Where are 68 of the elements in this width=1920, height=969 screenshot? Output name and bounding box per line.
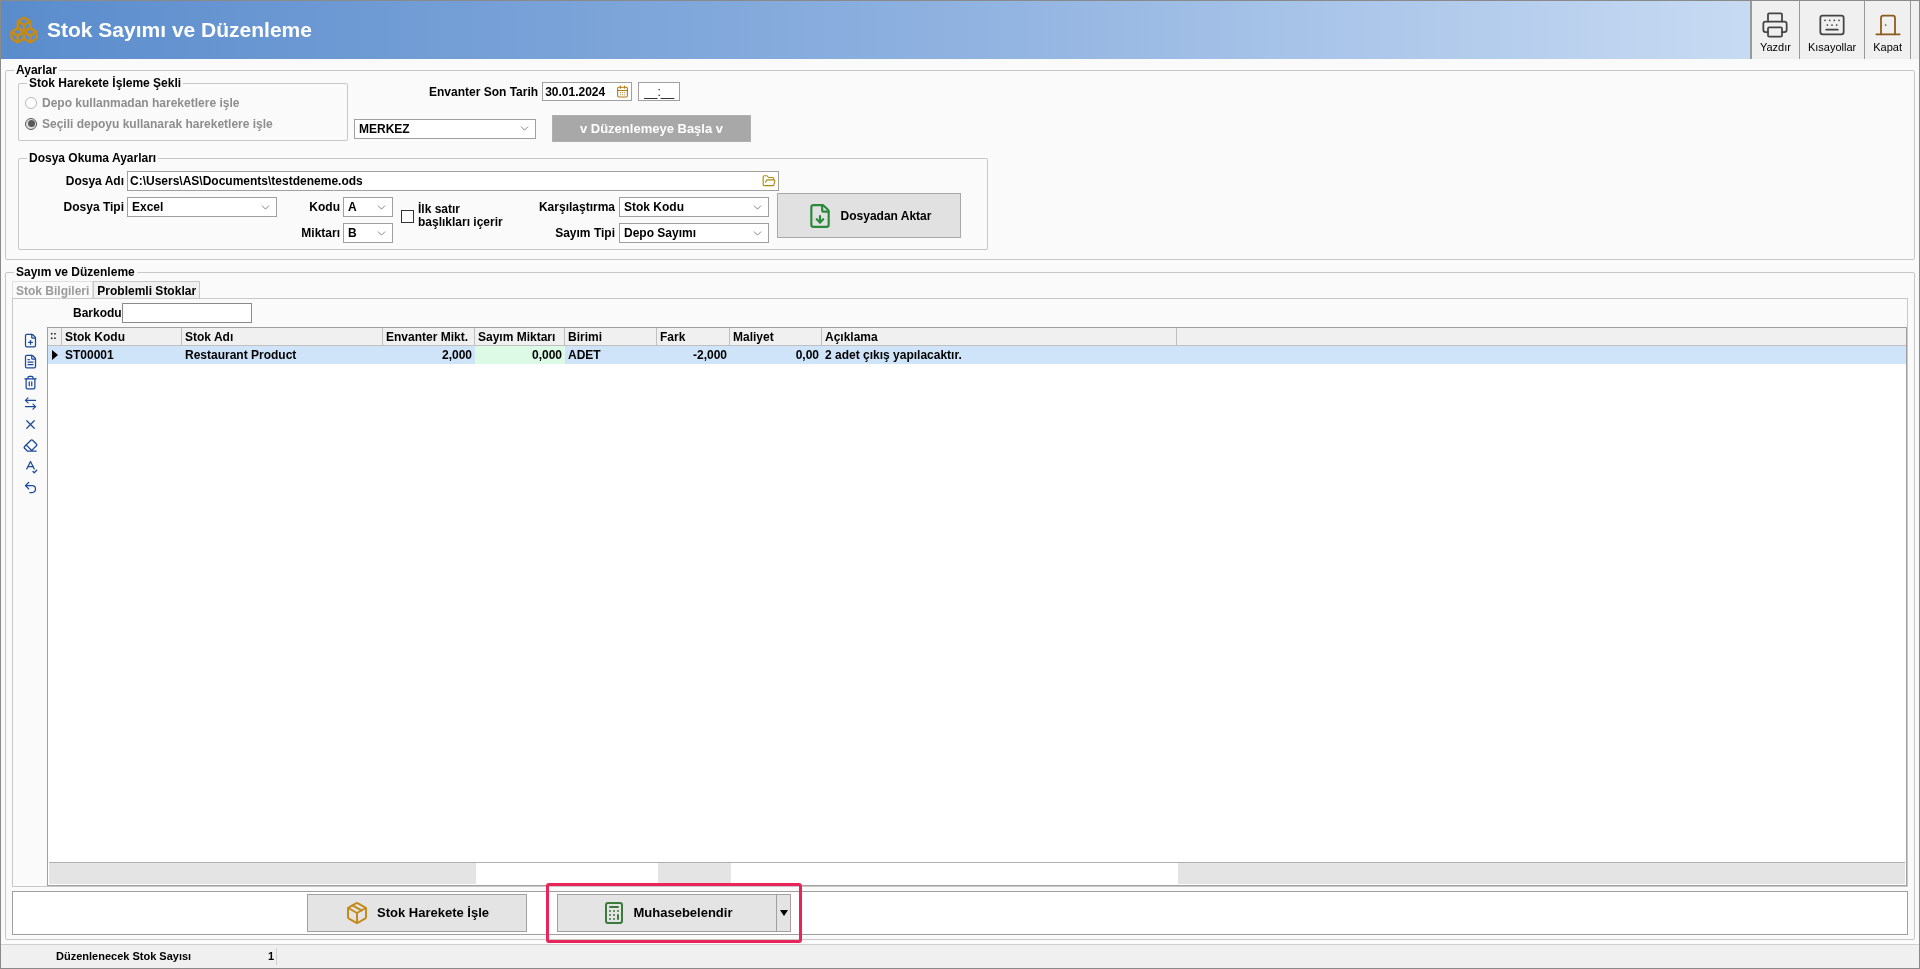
table-cell-text: Restaurant Product	[184, 347, 298, 364]
comparison-dropdown[interactable]: Stok Kodu	[619, 197, 769, 217]
row-pointer-icon	[52, 350, 58, 360]
column-header[interactable]: Açıklama	[822, 328, 1177, 345]
time-field[interactable]: __:__	[638, 82, 681, 101]
import-button[interactable]: Dosyadan Aktar	[777, 193, 961, 238]
field-label: Dosya Tipi	[62, 199, 125, 216]
group-title: Sayım ve Düzenleme	[14, 264, 137, 280]
column-header[interactable]: Stok Kodu	[62, 328, 182, 345]
column-header[interactable]: Stok Adı	[182, 328, 383, 345]
printer-icon	[1761, 10, 1790, 39]
column-header[interactable]: Fark	[657, 328, 730, 345]
calendar-icon	[616, 85, 630, 98]
field-label: Envanter Son Tarih	[429, 83, 539, 101]
dropdown-toggle[interactable]	[777, 894, 791, 932]
action-button[interactable]: Muhasebelendir	[557, 894, 777, 932]
column-header[interactable]: Birimi	[565, 328, 657, 345]
table-cell-text: ST00001	[64, 347, 115, 364]
window-title: Stok Sayımı ve Düzenleme	[47, 17, 312, 44]
toolbar-button[interactable]: Kapat	[1865, 1, 1911, 59]
group-title: Stok Harekete İşleme Şekli	[27, 75, 184, 91]
file-path-field[interactable]: C:\Users\AS\Documents\testdeneme.ods	[127, 171, 779, 191]
boxes-icon	[9, 15, 39, 45]
quantity-column-dropdown[interactable]: B	[343, 223, 393, 243]
toolbar-button[interactable]: Yazdır	[1751, 1, 1800, 59]
table-cell-text: 2 adet çıkış yapılacaktır.	[824, 347, 963, 364]
warehouse-dropdown[interactable]: MERKEZ	[354, 118, 536, 139]
toolbar-button[interactable]: Kısayollar	[1799, 1, 1866, 59]
eraser-icon[interactable]	[22, 438, 38, 453]
tab[interactable]: Problemli Stoklar	[93, 281, 201, 298]
field-label: Dosya Adı	[64, 173, 125, 190]
checkbox-label: İlk satır başlıkları içerir	[418, 203, 504, 229]
grid-corner: ::	[48, 328, 62, 345]
count-type-dropdown[interactable]: Depo Sayımı	[619, 223, 769, 243]
field-label: Sayım Tipi	[554, 225, 616, 242]
field-label: Miktarı	[300, 225, 341, 242]
field-label: Karşılaştırma	[537, 199, 616, 216]
table-cell-text: -2,000	[691, 347, 728, 364]
status-label: Düzenlenecek Stok Sayısı	[55, 949, 193, 965]
date-field[interactable]: 30.01.2024	[542, 82, 633, 101]
table-cell-text: 2,000	[440, 347, 473, 364]
code-column-dropdown[interactable]: A	[343, 197, 393, 217]
group-title: Ayarlar	[14, 62, 59, 78]
radio-label: Seçili depoyu kullanarak hareketlere işle	[42, 115, 273, 133]
undo-icon[interactable]	[22, 480, 38, 495]
folder-icon	[762, 174, 776, 188]
column-header[interactable]: Sayım Miktarı	[475, 328, 565, 345]
field-label: Kodu	[308, 199, 341, 216]
action-button[interactable]: Stok Harekete İşle	[307, 894, 527, 932]
table-cell: 0,000	[475, 346, 565, 364]
column-header[interactable]: Envanter Mikt.	[383, 328, 475, 345]
file-type-dropdown[interactable]: Excel	[127, 197, 277, 217]
column-header[interactable]: Maliyet	[730, 328, 822, 345]
table-cell-text: ADET	[567, 347, 602, 364]
swap-arrows-icon[interactable]	[22, 396, 38, 411]
radio-label: Depo kullanmadan hareketlere işle	[42, 94, 240, 112]
package-icon	[345, 901, 369, 925]
field-label: Barkodu	[73, 305, 122, 322]
status-value: 1	[201, 948, 277, 965]
barcode-field[interactable]	[121, 303, 252, 323]
dropdown-arrow-icon	[779, 910, 788, 916]
group-title: Dosya Okuma Ayarları	[27, 150, 159, 166]
table-row[interactable]: ST00001 Restaurant Product 2,000 0,000 ADET -2,000 0,00 2 adet çıkış yapılacaktır.	[48, 346, 1906, 364]
new-file-icon[interactable]	[22, 333, 38, 348]
trash-icon[interactable]	[22, 375, 38, 390]
checkbox[interactable]	[401, 209, 414, 223]
table-cell-text: 0,00	[794, 347, 820, 364]
document-icon[interactable]	[22, 354, 38, 369]
